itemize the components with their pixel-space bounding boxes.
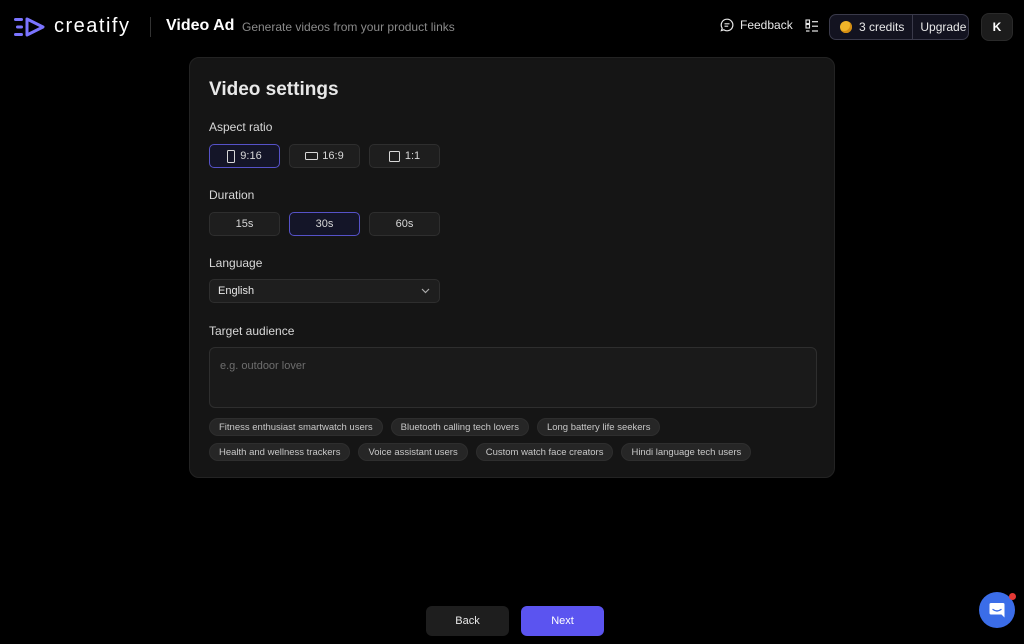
portrait-icon	[227, 149, 236, 163]
aspect-option-label: 16:9	[322, 150, 344, 162]
suggestion-chip[interactable]: Bluetooth calling tech lovers	[390, 418, 529, 436]
credits-box: 3 credits Upgrade	[829, 14, 969, 40]
credits-button[interactable]: 3 credits	[830, 15, 904, 39]
aspect-option-label: 9:16	[240, 150, 262, 162]
coin-icon	[840, 21, 852, 33]
chat-icon	[989, 603, 1005, 618]
suggestion-chip[interactable]: Hindi language tech users	[621, 443, 752, 461]
chevron-down-icon	[421, 288, 430, 294]
avatar[interactable]: K	[981, 13, 1013, 41]
credits-divider	[912, 14, 914, 40]
checklist-icon[interactable]	[805, 19, 819, 38]
landscape-icon	[305, 152, 319, 160]
aspect-ratio-label: Aspect ratio	[209, 120, 273, 134]
notification-dot	[1009, 593, 1016, 600]
top-header: creatify Video Ad Generate videos from y…	[0, 0, 1024, 54]
suggestion-chip[interactable]: Custom watch face creators	[475, 443, 614, 461]
square-icon	[388, 150, 400, 162]
audience-suggestions-row-2: Health and wellness trackers Voice assis…	[209, 443, 829, 461]
back-button[interactable]: Back	[426, 606, 509, 636]
page-title: Video Ad	[166, 17, 235, 34]
feedback-button[interactable]: Feedback	[720, 18, 793, 32]
upgrade-button[interactable]: Upgrade	[920, 20, 966, 34]
video-settings-card: Video settings Aspect ratio 9:16 16:9 1:…	[189, 57, 835, 478]
suggestion-chip[interactable]: Long battery life seekers	[536, 418, 661, 436]
card-title: Video settings	[209, 79, 339, 100]
logo[interactable]: creatify	[14, 15, 130, 38]
target-audience-label: Target audience	[209, 324, 295, 338]
duration-option-30s[interactable]: 30s	[289, 212, 360, 236]
duration-label: Duration	[209, 188, 255, 202]
feedback-label: Feedback	[740, 18, 793, 32]
logo-text: creatify	[54, 15, 131, 37]
aspect-option-16-9[interactable]: 16:9	[289, 144, 360, 168]
suggestion-chip[interactable]: Health and wellness trackers	[209, 443, 351, 461]
duration-option-15s[interactable]: 15s	[209, 212, 280, 236]
aspect-option-1-1[interactable]: 1:1	[369, 144, 440, 168]
target-audience-input[interactable]	[209, 347, 817, 408]
audience-suggestions-row-1: Fitness enthusiast smartwatch users Blue…	[209, 418, 829, 436]
chat-launcher[interactable]	[979, 592, 1016, 628]
language-select[interactable]: English	[209, 279, 440, 303]
page-subtitle: Generate videos from your product links	[242, 20, 455, 34]
language-label: Language	[209, 256, 263, 270]
suggestion-chip[interactable]: Voice assistant users	[358, 443, 468, 461]
next-button[interactable]: Next	[521, 606, 604, 636]
suggestion-chip[interactable]: Fitness enthusiast smartwatch users	[209, 418, 383, 436]
duration-option-60s[interactable]: 60s	[369, 212, 440, 236]
feedback-bubble-icon	[720, 18, 734, 32]
language-value: English	[218, 285, 255, 297]
aspect-option-label: 1:1	[404, 150, 421, 162]
creatify-logo-icon	[14, 17, 45, 36]
credits-label: 3 credits	[859, 20, 905, 34]
header-divider	[150, 17, 151, 37]
aspect-option-9-16[interactable]: 9:16	[209, 144, 280, 168]
